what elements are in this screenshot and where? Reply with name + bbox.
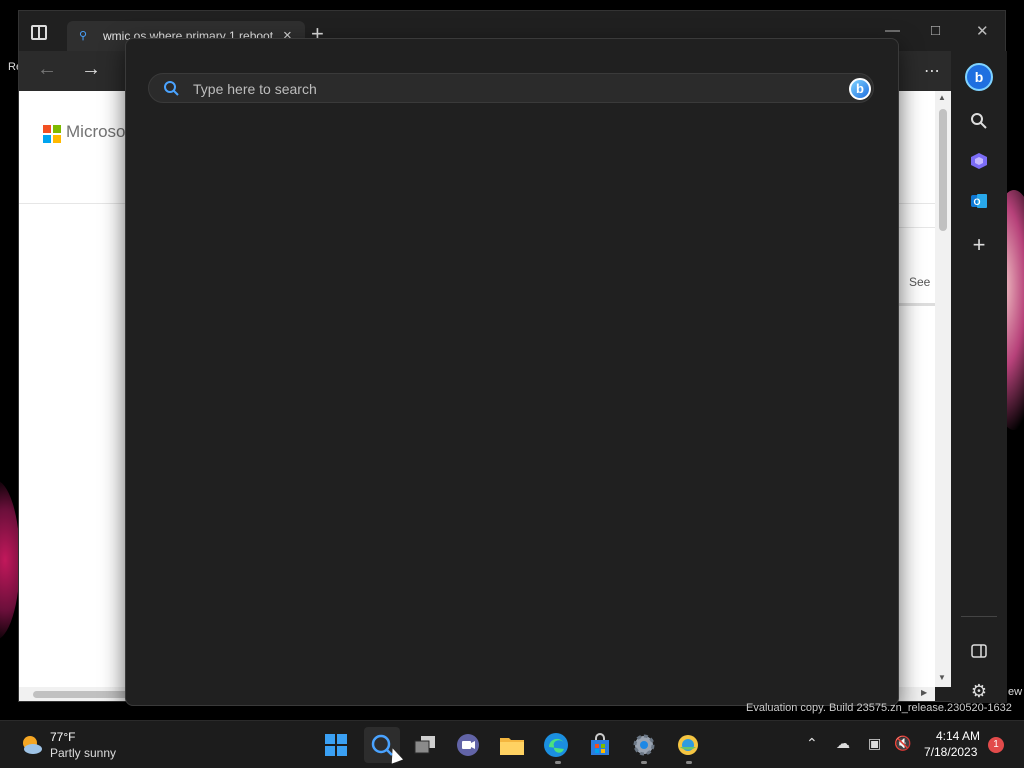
- panel-edge: [899, 303, 935, 306]
- edge-sidebar: b O + ⚙: [951, 51, 1007, 703]
- edge-running-indicator: [555, 761, 561, 764]
- clock-date[interactable]: 7/18/2023: [924, 745, 977, 759]
- app-icon: [678, 735, 698, 755]
- notification-badge[interactable]: 1: [988, 737, 1004, 753]
- weather-temperature: 77°F: [50, 730, 76, 744]
- minimize-icon[interactable]: —: [885, 22, 900, 39]
- taskbar: 77°F Partly sunny ⌃ ☁ ▣ 🔇 4:14 AM 7/18/2…: [0, 720, 1024, 768]
- partly-sunny-icon: [23, 736, 42, 754]
- page-divider-right: [899, 227, 935, 228]
- forward-arrow-icon[interactable]: →: [81, 58, 101, 81]
- task-view-button[interactable]: [411, 731, 439, 759]
- more-options-icon[interactable]: ⋯: [924, 61, 941, 81]
- edge-icon: [544, 733, 568, 757]
- search-input[interactable]: [193, 79, 813, 99]
- show-hidden-icons-chevron-icon[interactable]: ⌃: [806, 735, 818, 752]
- sidebar-add-icon[interactable]: +: [961, 227, 997, 263]
- wallpaper-accent-left: [0, 480, 20, 640]
- bing-icon[interactable]: b: [849, 78, 871, 100]
- teams-chat-button[interactable]: [454, 731, 482, 759]
- network-icon[interactable]: ▣: [868, 735, 881, 752]
- settings-gear-icon: [633, 734, 655, 756]
- back-arrow-icon[interactable]: ←: [37, 58, 57, 81]
- sidebar-divider: [961, 616, 997, 617]
- teams-chat-icon: [457, 734, 479, 756]
- windows-search-panel: b: [125, 38, 899, 706]
- folder-icon: [500, 738, 524, 755]
- sidebar-games-icon[interactable]: [961, 143, 997, 179]
- scroll-up-icon[interactable]: ▲: [938, 93, 946, 102]
- bing-copilot-icon[interactable]: b: [961, 59, 997, 95]
- settings-running-indicator: [641, 761, 647, 764]
- sidebar-search-icon[interactable]: [961, 103, 997, 139]
- start-button[interactable]: [322, 731, 350, 759]
- vertical-scrollbar[interactable]: ▲ ▼: [935, 91, 951, 687]
- see-link[interactable]: See: [909, 275, 930, 289]
- search-favicon-icon: ⚲: [79, 30, 88, 42]
- evaluation-watermark: Evaluation copy. Build 23575.zn_release.…: [746, 702, 1012, 714]
- file-explorer-button[interactable]: [498, 731, 526, 759]
- app-running-indicator: [686, 761, 692, 764]
- store-icon: [591, 733, 609, 755]
- close-window-icon[interactable]: ✕: [976, 22, 989, 40]
- task-view-icon: [414, 736, 435, 754]
- sidebar-outlook-icon[interactable]: O: [961, 183, 997, 219]
- search-icon: [164, 81, 179, 96]
- vertical-scroll-thumb[interactable]: [939, 109, 947, 231]
- weather-condition: Partly sunny: [50, 746, 117, 760]
- app-button[interactable]: [674, 731, 702, 759]
- store-button[interactable]: [586, 731, 614, 759]
- desktop-text-fragment-right: ew: [1008, 686, 1023, 698]
- clock-time[interactable]: 4:14 AM: [936, 729, 980, 743]
- settings-button[interactable]: [630, 731, 658, 759]
- scroll-right-icon[interactable]: ▶: [921, 688, 927, 697]
- svg-text:O: O: [973, 197, 980, 207]
- scroll-down-icon[interactable]: ▼: [938, 673, 946, 682]
- maximize-icon[interactable]: □: [931, 22, 940, 39]
- svg-text:b: b: [975, 69, 984, 85]
- volume-muted-icon[interactable]: 🔇: [894, 735, 911, 752]
- microsoft-logo-icon: [43, 125, 61, 143]
- edge-button[interactable]: [542, 731, 570, 759]
- onedrive-cloud-icon[interactable]: ☁: [836, 735, 850, 752]
- tab-actions-icon[interactable]: [31, 25, 47, 40]
- search-box[interactable]: b: [148, 73, 874, 103]
- hide-sidebar-icon[interactable]: [961, 633, 997, 669]
- windows-logo-icon: [325, 734, 347, 756]
